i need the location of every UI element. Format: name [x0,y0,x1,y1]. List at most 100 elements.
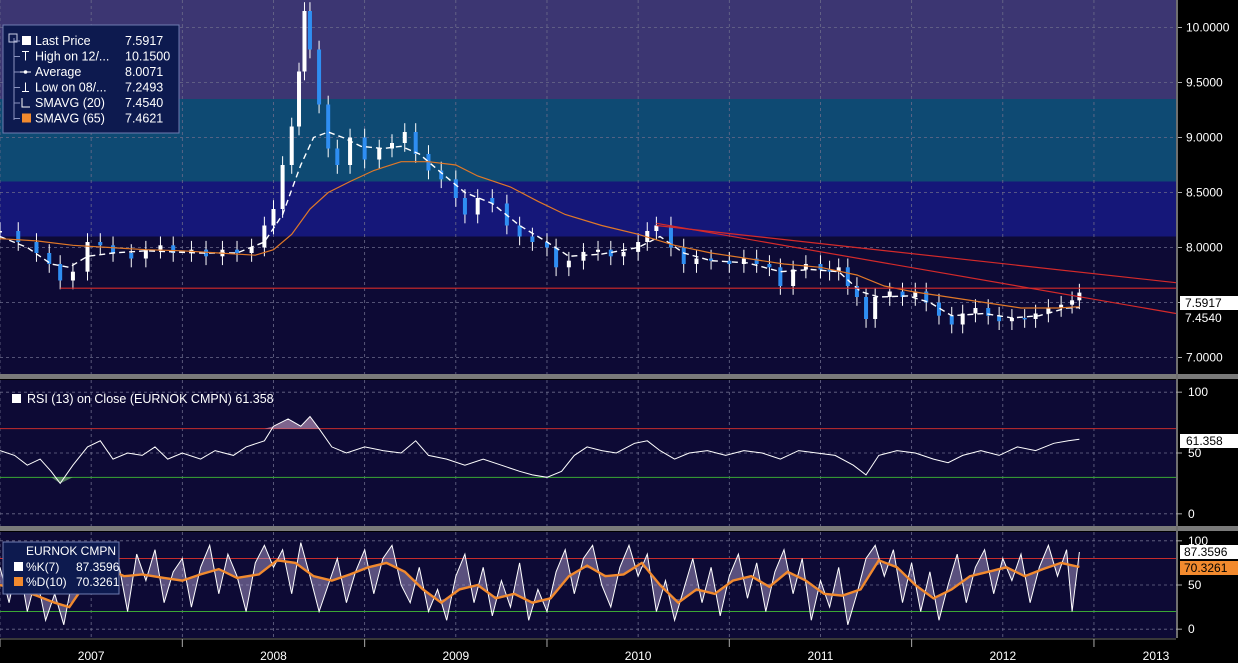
candle-body-67 [845,267,850,286]
stoch-title: EURNOK CMPN [26,544,116,558]
candle-body-62 [791,269,796,286]
candle-body-57 [727,260,732,264]
k-label: %K(7) [26,560,59,574]
candle-body-69 [864,297,869,319]
k-axis-label: 87.3596 [1184,545,1228,559]
legend-swatch-5 [22,113,31,123]
candle-body-23 [302,11,307,72]
candle-body-0 [0,231,2,233]
legend-value-4: 7.4540 [125,96,163,110]
rsi-tick-label-2: 0 [1188,507,1195,521]
candle-body-42 [530,236,535,242]
rsi-panel[interactable]: 100 50 0 RSI (13) on Close (EURNOK CMPN) 6… [0,380,1238,526]
candle-body-22 [297,71,302,127]
candle-body-44 [554,247,559,268]
price-tick-label-6: 7.0000 [1186,351,1223,365]
x-tick-label-1: 2008 [260,649,287,663]
candle-body-18 [262,225,267,248]
legend-value-2: 8.0071 [125,65,163,79]
candle-body-36 [453,179,458,198]
stoch-panel[interactable]: 100500 EURNOK CMPN %K(7) 87.3596 %D(10) … [0,532,1238,638]
legend-value-3: 7.2493 [125,81,163,95]
candle-body-50 [636,242,641,252]
x-tick-label-2: 2009 [442,649,469,663]
eurnok-chart: 10.00009.50009.00008.50008.00007.50007.0… [0,0,1238,663]
legend-value-5: 7.4621 [125,112,163,126]
candle-body-24 [307,11,312,50]
candle-body-32 [402,132,407,143]
price-panel[interactable]: 10.00009.50009.00008.50008.00007.50007.0… [0,0,1238,374]
stoch-tick-label-2: 0 [1188,622,1195,636]
rsi-axis-label: 61.358 [1186,434,1223,448]
legend-value-0: 7.5917 [125,34,163,48]
candle-body-9 [129,253,134,259]
candle-body-46 [581,251,586,261]
candle-body-63 [803,264,808,270]
candle-body-5 [70,271,75,281]
candle-body-21 [289,126,294,165]
x-tick-label-4: 2011 [808,649,834,663]
price-tick-label-2: 9.0000 [1186,131,1223,145]
candle-body-27 [335,148,340,165]
legend-value-1: 10.1500 [125,50,170,64]
candle-body-16 [235,249,240,253]
candle-body-4 [58,264,63,281]
candle-body-71 [887,291,892,297]
candle-body-2 [34,242,39,253]
y-axis-rule [1176,0,1178,663]
candle-body-86 [1070,300,1075,305]
legend-swatch-0 [22,36,31,45]
rsi-tick-label-0: 100 [1188,385,1208,399]
d-label: %D(10) [26,575,67,589]
candle-body-8 [111,245,116,253]
candle-body-33 [413,132,418,154]
candle-body-26 [326,104,331,149]
price-tick-label-1: 9.5000 [1186,76,1223,90]
candle-body-29 [362,137,367,160]
candle-body-37 [462,198,467,215]
price-band-2 [0,181,1176,237]
candle-body-45 [566,260,571,268]
candle-body-19 [271,209,276,226]
candle-body-25 [317,49,322,105]
k-value: 87.3596 [76,560,120,574]
candle-body-49 [621,251,626,257]
legend-label-5: SMAVG (65) [35,112,105,126]
panel-divider-1[interactable] [0,374,1238,379]
candle-body-76 [949,315,954,325]
d-axis-label: 70.3261 [1184,561,1228,575]
candle-body-52 [654,225,659,231]
legend-label-3: Low on 08/... [35,81,107,95]
legend-label-1: High on 12/... [35,50,109,64]
legend-label-4: SMAVG (20) [35,96,105,110]
candle-body-48 [608,249,613,257]
x-tick-label-3: 2010 [625,649,652,663]
candle-body-54 [681,247,686,264]
candle-body-55 [694,258,699,264]
legend-label-0: Last Price [35,34,91,48]
x-axis-background [0,638,1238,663]
price-tick-label-4: 8.0000 [1186,241,1223,255]
price-tick-label-0: 10.0000 [1186,21,1230,35]
candle-body-30 [377,148,382,160]
x-tick-label-0: 2007 [78,649,105,663]
candle-body-38 [475,198,480,215]
candle-body-60 [767,264,772,268]
x-axis: 2007 2008 2009 2010 2011 2012 2013 [0,638,1238,663]
d-value: 70.3261 [76,575,120,589]
legend-average-dot-2 [23,70,28,74]
candle-body-11 [158,245,163,250]
stoch-legend[interactable]: EURNOK CMPN %K(7) 87.3596 %D(10) 70.3261 [2,541,120,595]
legend-label-2: Average [35,65,81,79]
candle-body-70 [873,297,878,319]
candle-body-20 [280,165,285,209]
candle-body-47 [596,249,601,252]
x-tick-label-5: 2012 [989,649,1016,663]
candle-body-78 [973,308,978,314]
candle-body-61 [778,267,783,286]
last-price-axis-label: 7.5917 [1185,296,1222,310]
price-legend[interactable]: Last Price 7.5917 High on 12/... 10.1500 Ave… [2,24,180,134]
panel-divider-2[interactable] [0,526,1238,531]
stoch-tick-label-1: 50 [1188,578,1202,592]
d-swatch [14,577,23,586]
